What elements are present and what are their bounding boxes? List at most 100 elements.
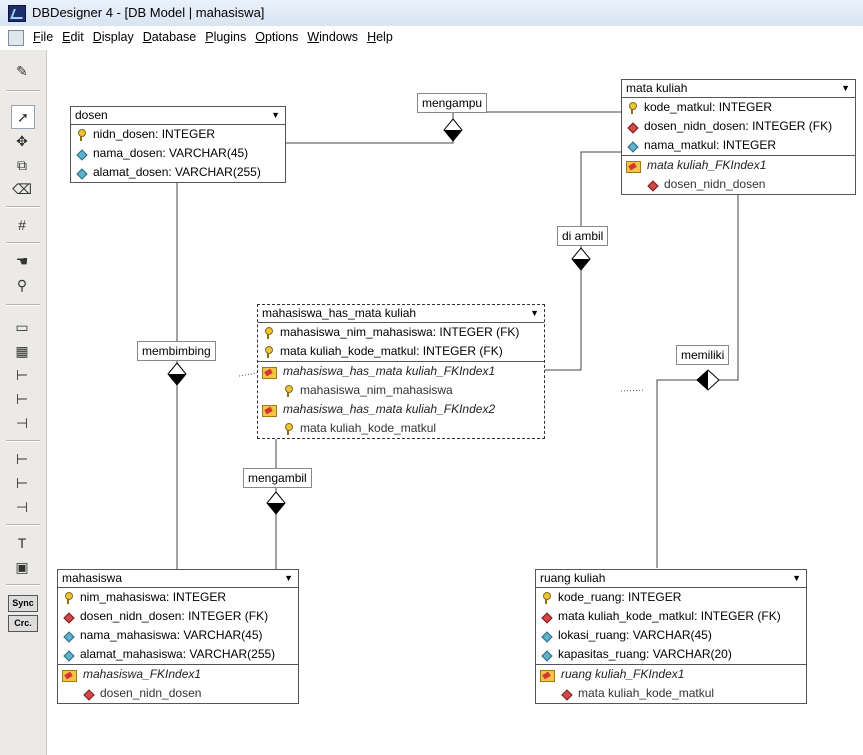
menu-help[interactable]: Help <box>367 30 393 44</box>
column-label: nama_dosen: VARCHAR(45) <box>93 146 249 160</box>
column-label: nama_matkul: INTEGER <box>644 138 777 152</box>
column-row: alamat_dosen: VARCHAR(255) <box>71 163 285 182</box>
relation-nm-tool-icon[interactable]: ⊣ <box>11 412 33 434</box>
divider <box>6 90 40 92</box>
column-label: alamat_mahasiswa: VARCHAR(255) <box>80 647 276 661</box>
dropdown-arrow-icon[interactable]: ▼ <box>284 570 293 587</box>
column-label: nama_mahasiswa: VARCHAR(45) <box>80 628 263 642</box>
index-column-row: mahasiswa_nim_mahasiswa <box>258 381 544 400</box>
relation-diamond-di-ambil-icon[interactable] <box>571 247 591 271</box>
column-row: mata kuliah_kode_matkul: INTEGER (FK) <box>536 607 806 626</box>
menu-display[interactable]: Display <box>93 30 134 44</box>
primary-key-icon <box>282 384 294 397</box>
primary-key-icon <box>540 591 552 604</box>
index-row: mahasiswa_FKIndex1 <box>58 664 298 684</box>
index-row: mata kuliah_FKIndex1 <box>622 155 855 175</box>
pen-tool-icon[interactable]: ✎ <box>11 60 33 82</box>
grid-tool-icon[interactable]: # <box>11 214 33 236</box>
column-row: nama_matkul: INTEGER <box>622 136 855 155</box>
column-label: kapasitas_ruang: VARCHAR(20) <box>558 647 732 661</box>
table-dosen[interactable]: dosen ▼ nidn_dosen: INTEGER nama_dosen: V… <box>70 106 286 183</box>
primary-key-icon <box>75 128 87 141</box>
relation-diamond-membimbing-icon[interactable] <box>167 362 187 386</box>
table-tool-icon[interactable]: ▭ <box>11 316 33 338</box>
zoom-tool-icon[interactable]: ⚲ <box>11 274 33 296</box>
view-tool-icon[interactable]: ▦ <box>11 340 33 362</box>
table-name: mahasiswa <box>62 571 123 585</box>
column-label: dosen_nidn_dosen: INTEGER (FK) <box>80 609 269 623</box>
column-label: mahasiswa_nim_mahasiswa: INTEGER (FK) <box>280 325 520 339</box>
dropdown-arrow-icon[interactable]: ▼ <box>792 570 801 587</box>
column-label: dosen_nidn_dosen: INTEGER (FK) <box>644 119 833 133</box>
menu-options[interactable]: Options <box>255 30 298 44</box>
relation-1n-sub-tool-icon[interactable]: ⊢ <box>11 448 33 470</box>
divider <box>6 206 40 208</box>
index-row: mahasiswa_has_mata kuliah_FKIndex1 <box>258 361 544 381</box>
model-canvas[interactable]: dosen ▼ nidn_dosen: INTEGER nama_dosen: V… <box>47 50 863 755</box>
relation-non-id-tool-icon[interactable]: ⊣ <box>11 496 33 518</box>
index-column-row: mata kuliah_kode_matkul <box>258 419 544 438</box>
table-name: mata kuliah <box>626 81 688 95</box>
menu-database[interactable]: Database <box>143 30 197 44</box>
menu-file[interactable]: File <box>33 30 53 44</box>
dropdown-arrow-icon[interactable]: ▼ <box>841 80 850 97</box>
sync-button[interactable]: Sync <box>8 595 38 612</box>
relation-11-tool-icon[interactable]: ⊢ <box>11 388 33 410</box>
column-row: kode_matkul: INTEGER <box>622 98 855 117</box>
index-label: mata kuliah_FKIndex1 <box>647 158 767 172</box>
column-row: mata kuliah_kode_matkul: INTEGER (FK) <box>258 342 544 361</box>
dropdown-arrow-icon[interactable]: ▼ <box>530 305 539 322</box>
relation-label-membimbing[interactable]: membimbing <box>137 341 216 361</box>
relation-label-mengambil[interactable]: mengambil <box>243 468 312 488</box>
relation-label-mengampu[interactable]: mengampu <box>417 93 488 113</box>
relation-1n-tool-icon[interactable]: ⊢ <box>11 364 33 386</box>
index-column-label: mahasiswa_nim_mahasiswa <box>300 383 453 397</box>
crc-button[interactable]: Crc. <box>8 615 38 632</box>
document-icon[interactable] <box>8 30 24 46</box>
note-tool-icon[interactable]: T <box>11 532 33 554</box>
eraser-tool-icon[interactable]: ⌫ <box>11 178 33 200</box>
foreign-key-icon <box>646 179 658 191</box>
relation-diamond-memiliki-icon[interactable] <box>696 369 720 391</box>
tool-palette: ✎ ➚ ✥ ⧉ ⌫ # ☚ ⚲ ▭ ▦ ⊢ ⊢ ⊣ ⊢ ⊢ ⊣ T ▣ Sync… <box>0 50 47 755</box>
relation-label-memiliki[interactable]: memiliki <box>676 345 730 365</box>
relation-diamond-mengambil-icon[interactable] <box>266 491 286 515</box>
relation-diamond-mengampu-icon[interactable] <box>443 118 463 142</box>
dropdown-arrow-icon[interactable]: ▼ <box>271 107 280 124</box>
primary-key-icon <box>262 326 274 339</box>
relation-11-sub-tool-icon[interactable]: ⊢ <box>11 472 33 494</box>
table-name: dosen <box>75 108 108 122</box>
image-tool-icon[interactable]: ▣ <box>11 556 33 578</box>
column-label: mata kuliah_kode_matkul: INTEGER (FK) <box>558 609 781 623</box>
primary-key-icon <box>626 101 638 114</box>
menu-edit[interactable]: Edit <box>62 30 84 44</box>
table-header: mata kuliah ▼ <box>622 80 855 98</box>
move-tool-icon[interactable]: ✥ <box>11 130 33 152</box>
table-name: mahasiswa_has_mata kuliah <box>262 306 417 320</box>
hand-tool-icon[interactable]: ☚ <box>11 250 33 272</box>
relation-label-di-ambil[interactable]: di ambil <box>557 226 609 246</box>
table-mahasiswa[interactable]: mahasiswa ▼ nim_mahasiswa: INTEGER dosen_… <box>57 569 299 704</box>
column-label: mata kuliah_kode_matkul: INTEGER (FK) <box>280 344 503 358</box>
column-row: nidn_dosen: INTEGER <box>71 125 285 144</box>
table-header: mahasiswa ▼ <box>58 570 298 588</box>
column-label: nidn_dosen: INTEGER <box>93 127 216 141</box>
column-icon <box>75 148 87 160</box>
foreign-key-icon <box>626 121 638 133</box>
column-label: kode_ruang: INTEGER <box>558 590 682 604</box>
column-row: dosen_nidn_dosen: INTEGER (FK) <box>58 607 298 626</box>
index-label: ruang kuliah_FKIndex1 <box>561 667 685 681</box>
table-mata-kuliah[interactable]: mata kuliah ▼ kode_matkul: INTEGER dosen_… <box>621 79 856 195</box>
menu-plugins[interactable]: Plugins <box>205 30 246 44</box>
column-label: kode_matkul: INTEGER <box>644 100 773 114</box>
menu-windows[interactable]: Windows <box>307 30 358 44</box>
resize-tool-icon[interactable]: ⧉ <box>11 154 33 176</box>
primary-key-icon <box>62 591 74 604</box>
index-label: mahasiswa_FKIndex1 <box>83 667 202 681</box>
column-row: kode_ruang: INTEGER <box>536 588 806 607</box>
column-icon <box>540 630 552 642</box>
table-mahasiswa-has-mata-kuliah[interactable]: mahasiswa_has_mata kuliah ▼ mahasiswa_nim… <box>257 304 545 439</box>
pointer-tool-icon[interactable]: ➚ <box>11 105 35 129</box>
foreign-key-icon <box>560 688 572 700</box>
table-ruang-kuliah[interactable]: ruang kuliah ▼ kode_ruang: INTEGER mata k… <box>535 569 807 704</box>
